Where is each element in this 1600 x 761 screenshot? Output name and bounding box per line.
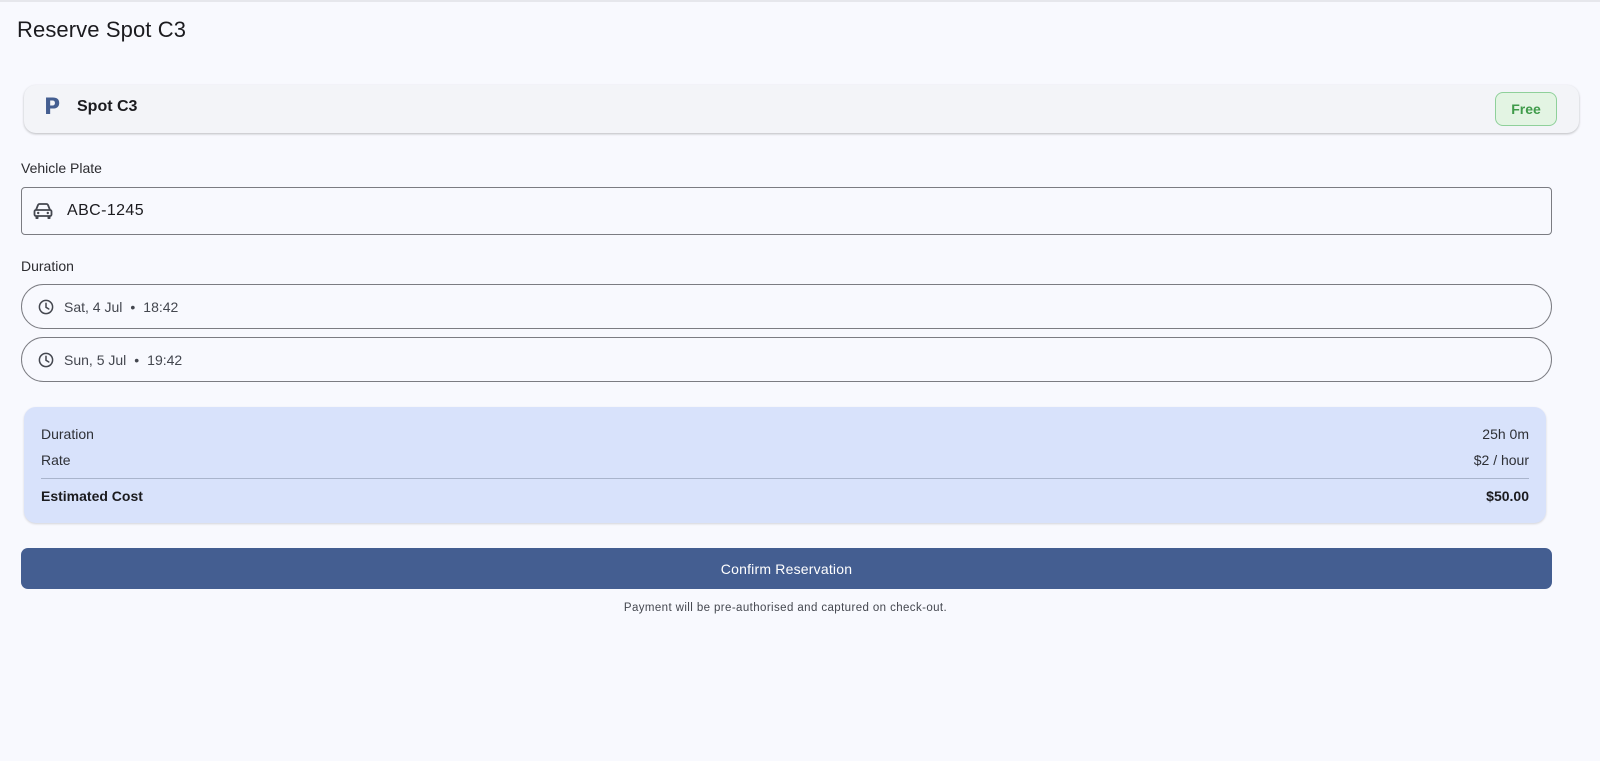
spot-name: Spot C3 bbox=[77, 98, 138, 115]
summary-divider bbox=[41, 478, 1529, 479]
end-datetime: Sun, 5 Jul • 19:42 bbox=[64, 352, 182, 368]
start-datetime: Sat, 4 Jul • 18:42 bbox=[64, 299, 178, 315]
page-title: Reserve Spot C3 bbox=[17, 17, 187, 42]
start-time: 18:42 bbox=[143, 299, 179, 315]
summary-duration-label: Duration bbox=[41, 426, 94, 442]
confirm-reservation-button[interactable]: Confirm Reservation bbox=[21, 548, 1552, 589]
summary-cost-row: Estimated Cost $50.00 bbox=[41, 488, 1529, 504]
parking-icon: P bbox=[44, 95, 61, 120]
end-separator: • bbox=[134, 352, 140, 368]
summary-duration-value: 25h 0m bbox=[1482, 426, 1529, 442]
start-separator: • bbox=[130, 299, 136, 315]
vehicle-plate-input[interactable]: ABC-1245 bbox=[21, 187, 1552, 235]
vehicle-plate-value: ABC-1245 bbox=[67, 202, 145, 219]
duration-label: Duration bbox=[21, 258, 74, 274]
end-date: Sun, 5 Jul bbox=[64, 352, 127, 368]
end-time: 19:42 bbox=[147, 352, 183, 368]
end-time-picker[interactable]: Sun, 5 Jul • 19:42 bbox=[21, 337, 1552, 382]
cost-summary-card: Duration 25h 0m Rate $2 / hour Estimated… bbox=[24, 407, 1546, 523]
start-time-picker[interactable]: Sat, 4 Jul • 18:42 bbox=[21, 284, 1552, 329]
estimated-cost-label: Estimated Cost bbox=[41, 488, 143, 504]
summary-rate-label: Rate bbox=[41, 452, 71, 468]
summary-duration-row: Duration 25h 0m bbox=[41, 426, 1529, 442]
payment-note: Payment will be pre-authorised and captu… bbox=[623, 602, 948, 614]
clock-icon bbox=[38, 299, 54, 315]
start-date: Sat, 4 Jul bbox=[64, 299, 123, 315]
summary-rate-value: $2 / hour bbox=[1473, 452, 1529, 468]
estimated-cost-value: $50.00 bbox=[1486, 488, 1529, 504]
spot-card: P Spot C3 Free bbox=[24, 85, 1579, 133]
summary-rate-row: Rate $2 / hour bbox=[41, 452, 1529, 468]
status-badge: Free bbox=[1495, 92, 1557, 126]
top-divider bbox=[0, 0, 1600, 2]
vehicle-plate-label: Vehicle Plate bbox=[21, 160, 102, 176]
clock-icon bbox=[38, 352, 54, 368]
car-icon bbox=[33, 203, 53, 219]
